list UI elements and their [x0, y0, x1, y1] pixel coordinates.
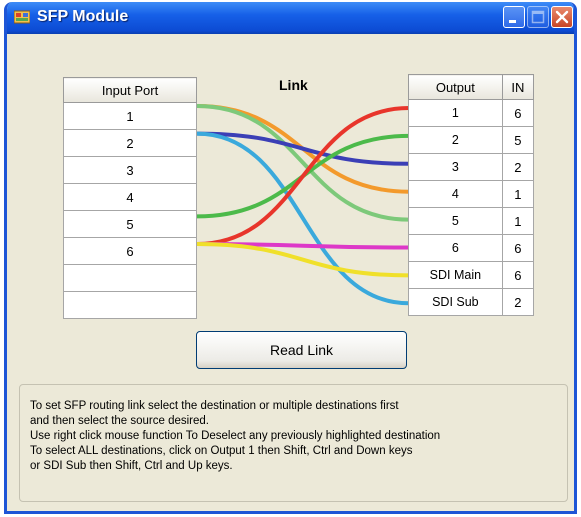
input-port-table: Input Port 1 2 3 4 5 6 [63, 77, 197, 319]
output-row[interactable]: 41 [408, 180, 535, 208]
input-port-row[interactable]: 6 [63, 237, 197, 265]
window-title: SFP Module [37, 8, 129, 25]
in-cell: 6 [501, 99, 535, 127]
read-link-button[interactable]: Read Link [196, 331, 407, 369]
title-bar[interactable]: SFP Module [7, 2, 574, 34]
in-cell: 6 [501, 261, 535, 289]
minimize-button[interactable] [503, 6, 525, 28]
close-icon [555, 10, 569, 24]
link-label: Link [279, 77, 308, 93]
in-cell: 1 [501, 207, 535, 235]
output-row[interactable]: 25 [408, 126, 535, 154]
input-port-cell[interactable] [63, 291, 197, 319]
maximize-icon [531, 10, 545, 24]
link-line [197, 131, 409, 306]
input-port-cell[interactable]: 5 [63, 210, 197, 238]
input-port-cell[interactable]: 1 [63, 102, 197, 130]
help-panel: To set SFP routing link select the desti… [19, 384, 568, 502]
input-port-cell[interactable] [63, 264, 197, 292]
help-line: or SDI Sub then Shift, Ctrl and Up keys. [30, 460, 233, 472]
input-port-row[interactable]: 4 [63, 183, 197, 211]
output-row[interactable]: SDI Main 6 [408, 261, 535, 289]
input-port-row[interactable]: 5 [63, 210, 197, 238]
output-cell[interactable]: 2 [408, 126, 503, 154]
input-port-cell[interactable]: 6 [63, 237, 197, 265]
output-header: Output [408, 74, 503, 100]
help-line: Use right click mouse function To Desele… [30, 430, 441, 442]
input-port-row[interactable]: 2 [63, 129, 197, 157]
output-row[interactable]: SDI Sub 2 [408, 288, 535, 316]
input-port-row[interactable] [63, 291, 197, 319]
input-port-cell[interactable]: 2 [63, 129, 197, 157]
output-cell[interactable]: 3 [408, 153, 503, 181]
output-cell[interactable]: 4 [408, 180, 503, 208]
in-cell: 5 [501, 126, 535, 154]
close-button[interactable] [551, 6, 573, 28]
in-cell: 6 [501, 234, 535, 262]
maximize-button[interactable] [527, 6, 549, 28]
output-row[interactable]: 51 [408, 207, 535, 235]
app-icon [14, 10, 30, 24]
sfp-module-window: SFP Module Input Port 1 2 3 4 5 6 Link O… [4, 2, 577, 514]
output-cell[interactable]: 5 [408, 207, 503, 235]
input-port-cell[interactable]: 4 [63, 183, 197, 211]
help-line: To select ALL destinations, click on Out… [30, 445, 413, 457]
output-cell[interactable]: SDI Main [408, 261, 503, 289]
link-line [197, 106, 409, 246]
input-port-row[interactable]: 3 [63, 156, 197, 184]
link-lines [197, 104, 409, 306]
output-row[interactable]: 66 [408, 234, 535, 262]
in-header: IN [501, 74, 535, 100]
output-row[interactable]: 32 [408, 153, 535, 181]
in-cell: 2 [501, 288, 535, 316]
in-cell: 1 [501, 180, 535, 208]
input-port-row[interactable]: 1 [63, 102, 197, 130]
input-port-row[interactable] [63, 264, 197, 292]
output-table: Output IN 16 25 32 41 51 66 SDI Main 6 SD… [408, 74, 535, 316]
output-row[interactable]: 16 [408, 99, 535, 127]
output-cell[interactable]: 6 [408, 234, 503, 262]
input-port-header: Input Port [63, 77, 197, 103]
window-content: Input Port 1 2 3 4 5 6 Link Output IN 1 … [7, 34, 574, 511]
input-port-cell[interactable]: 3 [63, 156, 197, 184]
help-line: To set SFP routing link select the desti… [30, 400, 399, 412]
minimize-icon [509, 20, 516, 23]
output-cell[interactable]: 1 [408, 99, 503, 127]
help-line: and then select the source desired. [30, 415, 210, 427]
output-cell[interactable]: SDI Sub [408, 288, 503, 316]
in-cell: 2 [501, 153, 535, 181]
